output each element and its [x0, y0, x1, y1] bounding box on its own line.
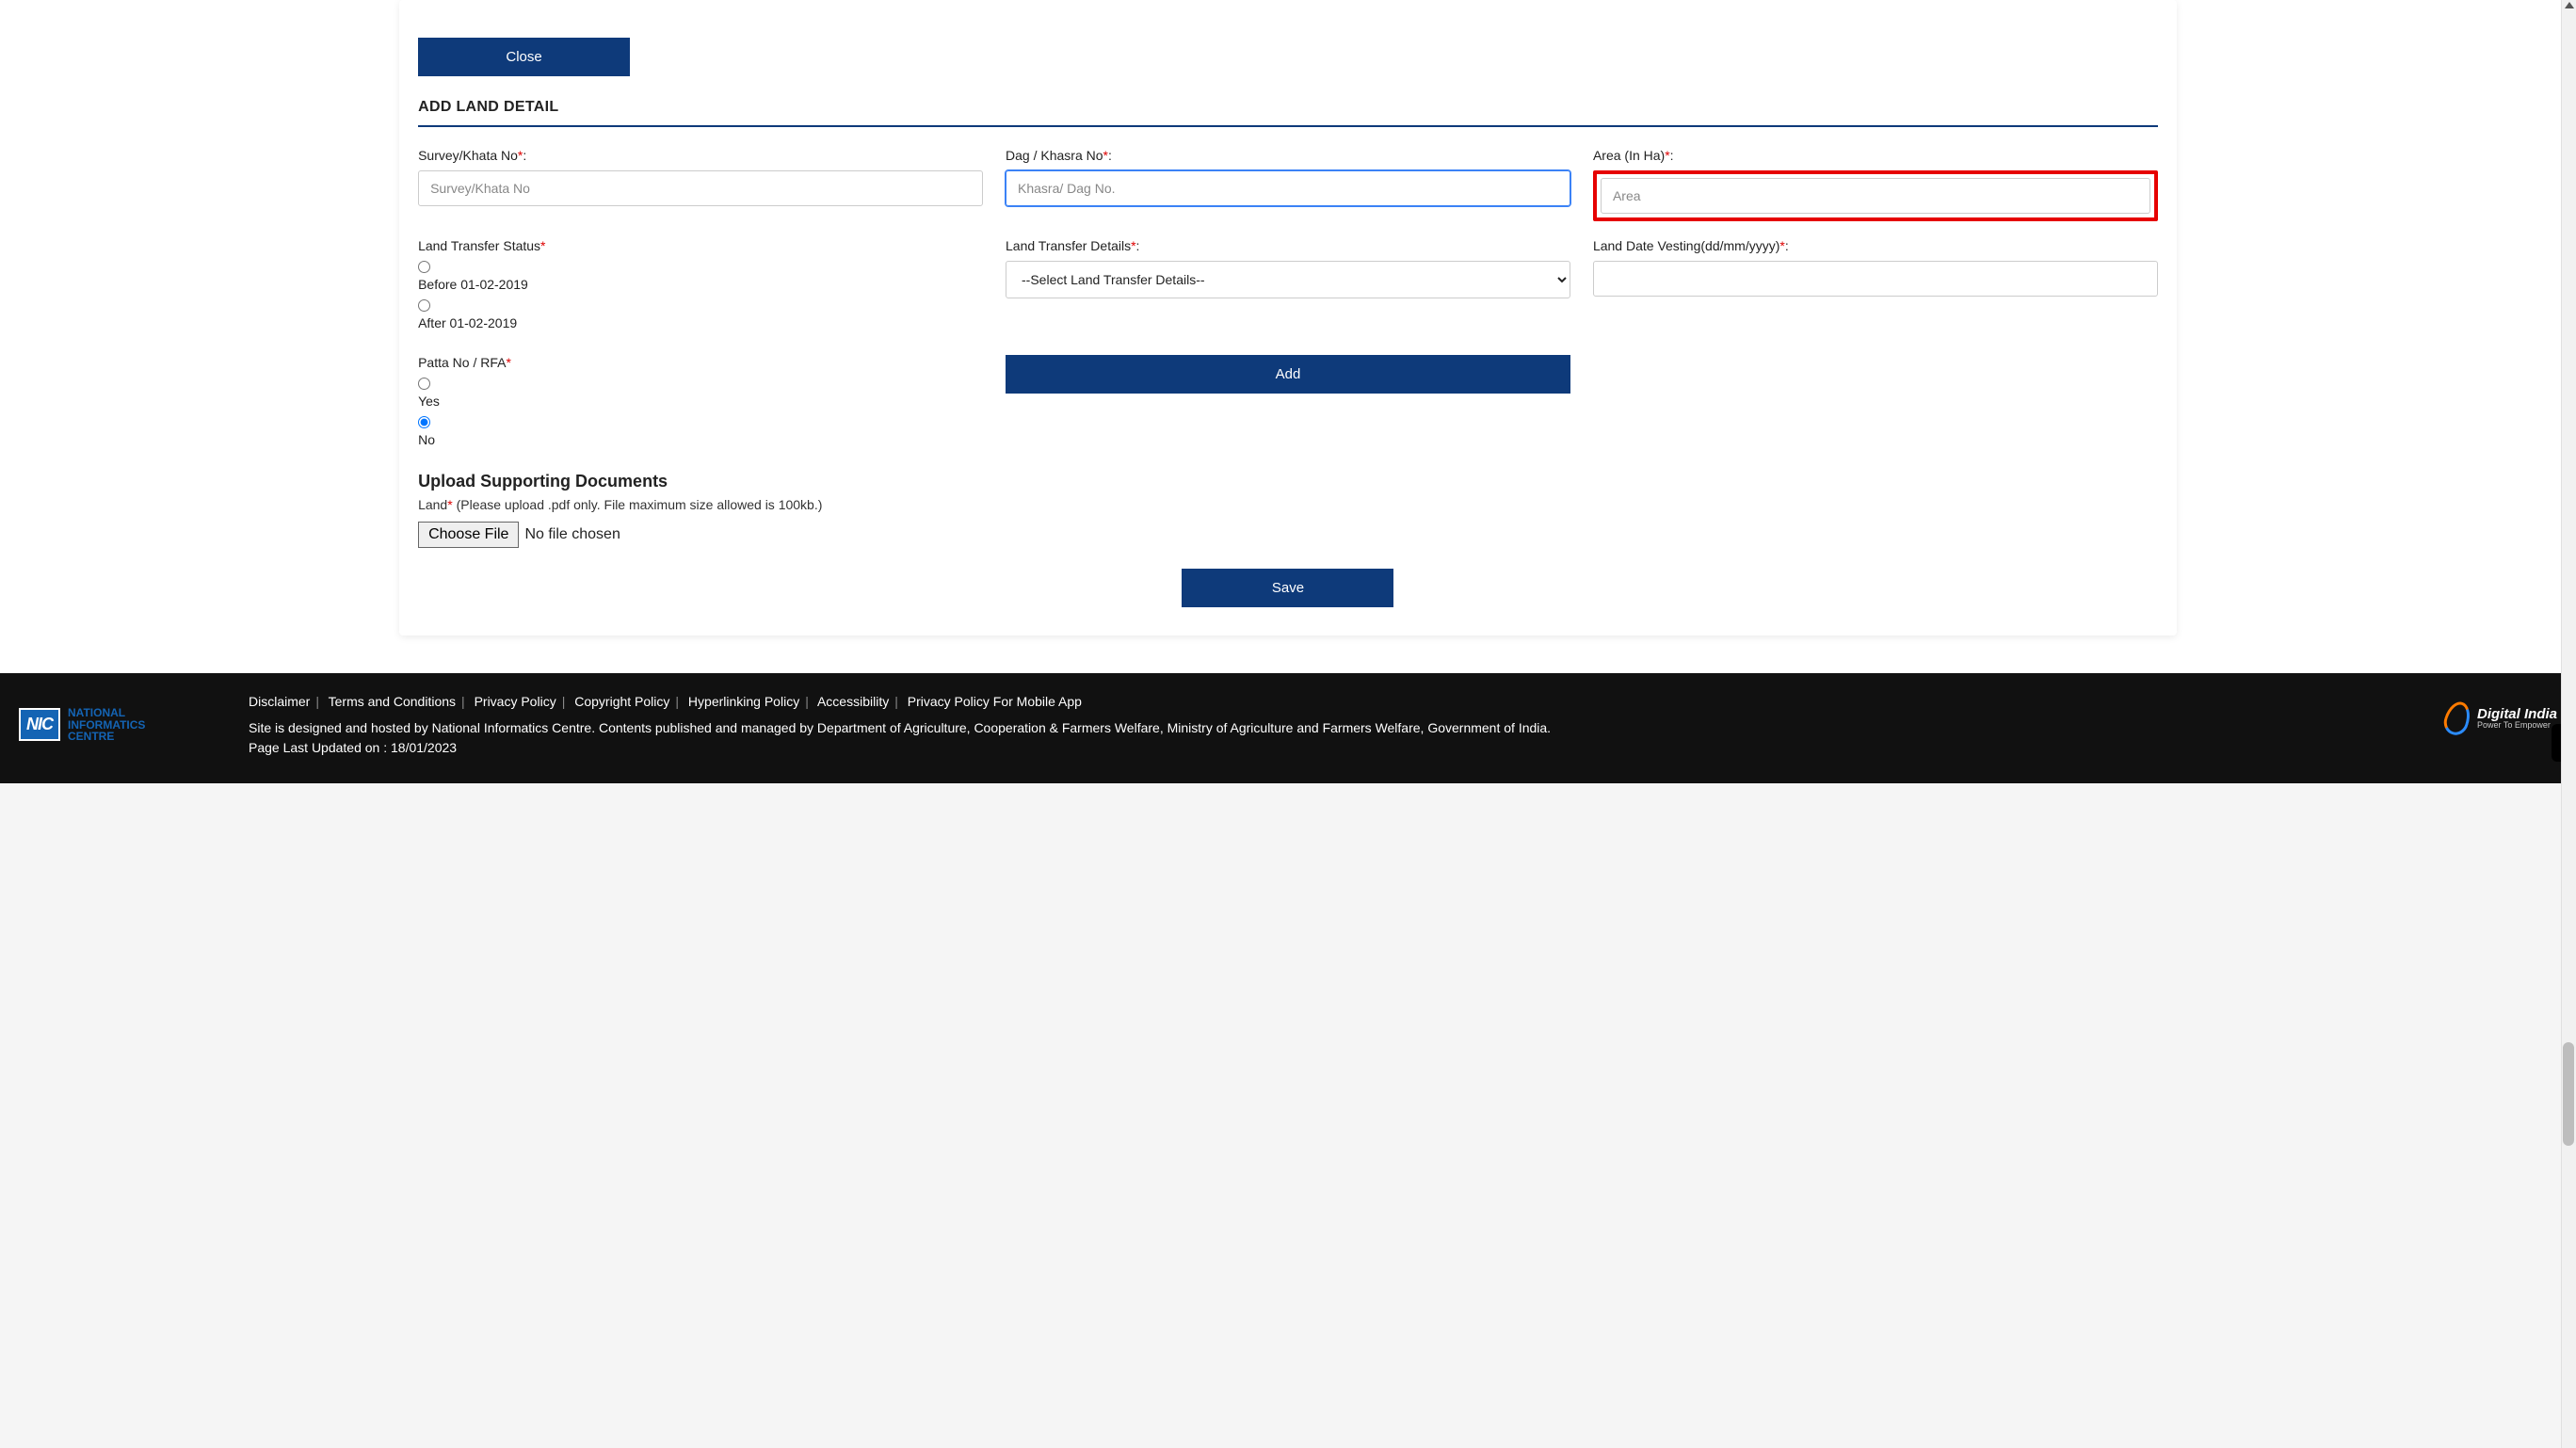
transfer-status-after-option[interactable]: After 01-02-2019 [418, 299, 983, 330]
transfer-status-before-option[interactable]: Before 01-02-2019 [418, 261, 983, 292]
survey-label: Survey/Khata No*: [418, 148, 983, 163]
transfer-details-select[interactable]: --Select Land Transfer Details-- [1006, 261, 1570, 298]
footer-link[interactable]: Hyperlinking Policy [688, 694, 799, 709]
upload-hint: Land* (Please upload .pdf only. File max… [418, 497, 2158, 512]
side-tab-handle[interactable] [2552, 724, 2561, 762]
footer-updated: Page Last Updated on : 18/01/2023 [249, 738, 2375, 759]
vesting-label: Land Date Vesting(dd/mm/yyyy)*: [1593, 238, 2158, 253]
close-button[interactable]: Close [418, 38, 630, 76]
transfer-status-label: Land Transfer Status* [418, 238, 983, 253]
section-title: ADD LAND DETAIL [418, 99, 2158, 116]
patta-no-option[interactable]: No [418, 416, 983, 447]
footer-link[interactable]: Privacy Policy For Mobile App [908, 694, 1082, 709]
area-label: Area (In Ha)*: [1593, 148, 2158, 163]
save-button[interactable]: Save [1182, 569, 1393, 607]
page-footer: NIC NATIONAL INFORMATICS CENTRE Disclaim… [0, 673, 2576, 783]
radio-no-label: No [418, 432, 983, 447]
file-status: No file chosen [524, 526, 620, 543]
radio-yes-label: Yes [418, 394, 983, 409]
digital-india-logo: Digital India Power To Empower [2445, 701, 2557, 735]
footer-link[interactable]: Accessibility [817, 694, 889, 709]
radio-before[interactable] [418, 261, 430, 273]
survey-input[interactable] [418, 170, 983, 206]
footer-link[interactable]: Privacy Policy [475, 694, 556, 709]
dag-label: Dag / Khasra No*: [1006, 148, 1570, 163]
radio-after[interactable] [418, 299, 430, 312]
digital-india-icon [2440, 699, 2474, 738]
section-divider [418, 125, 2158, 127]
patta-label: Patta No / RFA* [418, 355, 983, 370]
footer-links: Disclaimer| Terms and Conditions| Privac… [249, 692, 2375, 713]
footer-text: Site is designed and hosted by National … [249, 718, 2375, 739]
radio-no[interactable] [418, 416, 430, 428]
add-button[interactable]: Add [1006, 355, 1570, 394]
footer-link[interactable]: Terms and Conditions [329, 694, 456, 709]
footer-link[interactable]: Disclaimer [249, 694, 310, 709]
radio-after-label: After 01-02-2019 [418, 315, 983, 330]
area-input[interactable] [1601, 178, 2150, 214]
choose-file-button[interactable]: Choose File [418, 522, 519, 548]
nic-logo: NIC NATIONAL INFORMATICS CENTRE [19, 707, 145, 743]
vesting-input[interactable] [1593, 261, 2158, 297]
transfer-details-label: Land Transfer Details*: [1006, 238, 1570, 253]
radio-before-label: Before 01-02-2019 [418, 277, 983, 292]
dag-input[interactable] [1006, 170, 1570, 206]
radio-yes[interactable] [418, 378, 430, 390]
scroll-thumb[interactable] [2563, 1042, 2574, 1146]
footer-link[interactable]: Copyright Policy [574, 694, 669, 709]
area-highlight [1593, 170, 2158, 221]
nic-logo-mark: NIC [19, 708, 60, 741]
scroll-up-icon[interactable] [2565, 2, 2574, 8]
patta-yes-option[interactable]: Yes [418, 378, 983, 409]
upload-title: Upload Supporting Documents [418, 472, 2158, 491]
form-card: Close ADD LAND DETAIL Survey/Khata No*: … [399, 0, 2177, 636]
nic-logo-text: NATIONAL INFORMATICS CENTRE [68, 707, 145, 743]
scrollbar[interactable] [2561, 0, 2576, 1448]
